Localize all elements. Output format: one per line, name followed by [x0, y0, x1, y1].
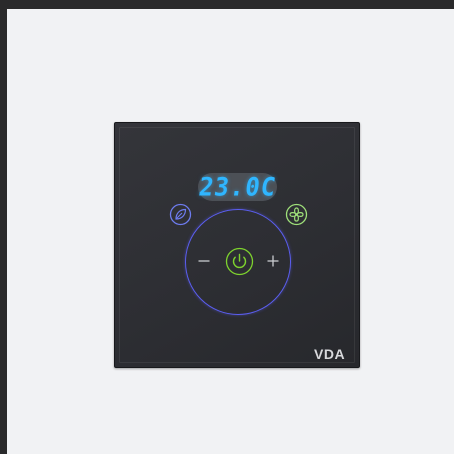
- brand-logo: VDA: [314, 346, 346, 362]
- eco-mode-button[interactable]: [169, 203, 192, 226]
- decrease-temperature-button[interactable]: [197, 254, 211, 268]
- leaf-icon: [169, 203, 192, 226]
- power-button[interactable]: [225, 247, 254, 276]
- fan-mode-button[interactable]: [285, 203, 308, 226]
- plus-icon: [267, 255, 279, 267]
- minus-icon: [198, 260, 210, 262]
- increase-temperature-button[interactable]: [266, 254, 280, 268]
- temperature-readout: 23.0C: [196, 172, 279, 202]
- power-icon: [225, 247, 254, 276]
- temperature-display: 23.0C: [196, 172, 279, 202]
- thermostat-panel: 23.0C VDA: [114, 122, 360, 368]
- fan-icon: [285, 203, 308, 226]
- wall-background: 23.0C VDA: [7, 9, 454, 454]
